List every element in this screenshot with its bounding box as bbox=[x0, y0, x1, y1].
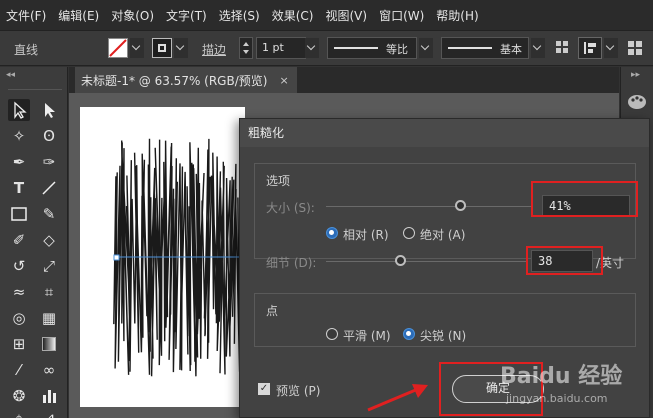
menu-window[interactable]: 窗口(W) bbox=[379, 7, 424, 24]
selection-tool-icon[interactable] bbox=[8, 99, 30, 121]
fill-swatch[interactable] bbox=[108, 38, 128, 58]
tool-name-label: 直线 bbox=[14, 43, 39, 57]
eyedropper-tool-icon[interactable]: ⁄ bbox=[8, 359, 30, 381]
brush-definition[interactable]: 基本 bbox=[441, 37, 529, 59]
stroke-label: 描边 bbox=[202, 43, 227, 57]
stroke-weight-input[interactable]: 1 pt bbox=[256, 37, 306, 59]
tools-panel: ◂◂ ✧ ʘ ✒ ✑ T ✎ ✐ ◇ ↺ ⤢ ≈ ⌗ ◎ ▦ ⊞ ⁄ ∞ ❂ ⌖… bbox=[0, 67, 68, 418]
options-legend: 选项 bbox=[266, 174, 291, 188]
menu-select[interactable]: 选择(S) bbox=[219, 7, 260, 24]
detail-slider-track[interactable] bbox=[326, 261, 526, 262]
variable-width-profile[interactable]: 等比 bbox=[327, 37, 417, 59]
absolute-label: 绝对 (A) bbox=[420, 228, 466, 242]
scale-tool-icon[interactable]: ⤢ bbox=[38, 255, 60, 277]
rectangle-tool-icon[interactable] bbox=[8, 203, 30, 225]
menu-view[interactable]: 视图(V) bbox=[325, 7, 367, 24]
menu-file[interactable]: 文件(F) bbox=[6, 7, 46, 24]
corner-radio[interactable] bbox=[403, 328, 415, 340]
smooth-radio[interactable] bbox=[326, 328, 338, 340]
no-fill-icon bbox=[109, 39, 127, 57]
artboard[interactable] bbox=[80, 107, 245, 407]
smooth-label: 平滑 (M) bbox=[343, 329, 391, 343]
document-tab-bar: 未标题-1* @ 63.57% (RGB/预览) × bbox=[69, 67, 619, 93]
panel-divider bbox=[8, 89, 62, 90]
document-tab[interactable]: 未标题-1* @ 63.57% (RGB/预览) × bbox=[75, 67, 297, 93]
collapse-panel-icon[interactable]: ◂◂ bbox=[6, 70, 15, 80]
brush-line-icon bbox=[448, 47, 492, 49]
profile-line-icon bbox=[334, 47, 378, 49]
magic-wand-tool-icon[interactable]: ✧ bbox=[8, 125, 30, 147]
dialog-title: 粗糙化 bbox=[240, 119, 649, 147]
width-tool-icon[interactable]: ≈ bbox=[8, 281, 30, 303]
type-tool-icon[interactable]: T bbox=[8, 177, 30, 199]
color-palette-icon[interactable] bbox=[627, 93, 647, 111]
mesh-tool-icon[interactable]: ⊞ bbox=[8, 333, 30, 355]
expand-panels-icon[interactable]: ▸▸ bbox=[631, 70, 640, 80]
stroke-dropdown-icon[interactable] bbox=[174, 38, 188, 58]
align-grid-icon[interactable] bbox=[556, 41, 568, 53]
rotate-tool-icon[interactable]: ↺ bbox=[8, 255, 30, 277]
shaper-tool-icon[interactable]: ✐ bbox=[8, 229, 30, 251]
slice-tool-icon[interactable]: ⊿ bbox=[38, 407, 60, 418]
perspective-grid-tool-icon[interactable]: ▦ bbox=[38, 307, 60, 329]
free-transform-tool-icon[interactable]: ⌗ bbox=[38, 281, 60, 303]
menu-help[interactable]: 帮助(H) bbox=[436, 7, 478, 24]
detail-label: 细节 (D): bbox=[266, 256, 317, 270]
menu-bar: 文件(F) 编辑(E) 对象(O) 文字(T) 选择(S) 效果(C) 视图(V… bbox=[0, 0, 653, 30]
detail-slider-knob[interactable] bbox=[395, 255, 406, 266]
blend-tool-icon[interactable]: ∞ bbox=[38, 359, 60, 381]
eraser-tool-icon[interactable]: ◇ bbox=[38, 229, 60, 251]
profile-label: 等比 bbox=[386, 43, 408, 56]
profile-dropdown-icon[interactable] bbox=[419, 38, 433, 58]
size-highlight-box bbox=[531, 181, 638, 217]
artboard-tool-icon[interactable]: ⌖ bbox=[8, 407, 30, 418]
points-legend: 点 bbox=[266, 304, 279, 318]
stroke-swatch[interactable] bbox=[152, 38, 172, 58]
curvature-tool-icon[interactable]: ✑ bbox=[38, 151, 60, 173]
lasso-tool-icon[interactable]: ʘ bbox=[38, 125, 60, 147]
menu-edit[interactable]: 编辑(E) bbox=[58, 7, 99, 24]
brush-label: 基本 bbox=[500, 43, 522, 56]
absolute-radio[interactable] bbox=[403, 227, 415, 239]
menu-object[interactable]: 对象(O) bbox=[111, 7, 154, 24]
line-segment-tool-icon[interactable] bbox=[38, 177, 60, 199]
align-options-icon[interactable] bbox=[578, 37, 602, 59]
symbol-sprayer-tool-icon[interactable]: ❂ bbox=[8, 385, 30, 407]
stroke-weight-stepper[interactable] bbox=[239, 37, 253, 59]
corner-label: 尖锐 (N) bbox=[420, 329, 467, 343]
fill-dropdown-icon[interactable] bbox=[130, 38, 144, 58]
anchor-point[interactable] bbox=[113, 254, 120, 261]
relative-radio[interactable] bbox=[326, 227, 338, 239]
stepper-up-icon bbox=[243, 42, 249, 46]
watermark-brand: Baidu 经验 bbox=[500, 364, 623, 389]
paintbrush-tool-icon[interactable]: ✎ bbox=[38, 203, 60, 225]
close-tab-icon[interactable]: × bbox=[279, 74, 288, 87]
stroke-square-icon bbox=[158, 44, 166, 52]
direct-selection-tool-icon[interactable] bbox=[38, 99, 60, 121]
pen-tool-icon[interactable]: ✒ bbox=[8, 151, 30, 173]
menu-type[interactable]: 文字(T) bbox=[166, 7, 207, 24]
panel-menu-icon[interactable] bbox=[628, 41, 642, 55]
document-tab-title: 未标题-1* @ 63.57% (RGB/预览) bbox=[81, 73, 268, 88]
detail-highlight-box bbox=[526, 246, 603, 275]
align-dropdown-icon[interactable] bbox=[604, 38, 618, 58]
size-slider-track[interactable] bbox=[326, 206, 531, 207]
annotation-arrow-icon bbox=[367, 384, 428, 412]
relative-label: 相对 (R) bbox=[343, 228, 389, 242]
menu-effect[interactable]: 效果(C) bbox=[272, 7, 314, 24]
size-label: 大小 (S): bbox=[266, 201, 315, 215]
gradient-tool-icon[interactable] bbox=[38, 333, 60, 355]
control-bar: 直线 描边 1 pt 等比 基本 bbox=[0, 30, 653, 66]
watermark-url: jingyan.baidu.com bbox=[506, 392, 608, 405]
brush-dropdown-icon[interactable] bbox=[531, 38, 545, 58]
stroke-weight-dropdown-icon[interactable] bbox=[305, 38, 319, 58]
column-graph-tool-icon[interactable] bbox=[38, 385, 60, 407]
preview-checkbox[interactable]: ✓ bbox=[258, 383, 270, 395]
preview-label: 预览 (P) bbox=[276, 384, 321, 398]
roughened-line-artwork[interactable] bbox=[80, 107, 245, 407]
stepper-down-icon bbox=[243, 50, 249, 54]
shape-builder-tool-icon[interactable]: ◎ bbox=[8, 307, 30, 329]
